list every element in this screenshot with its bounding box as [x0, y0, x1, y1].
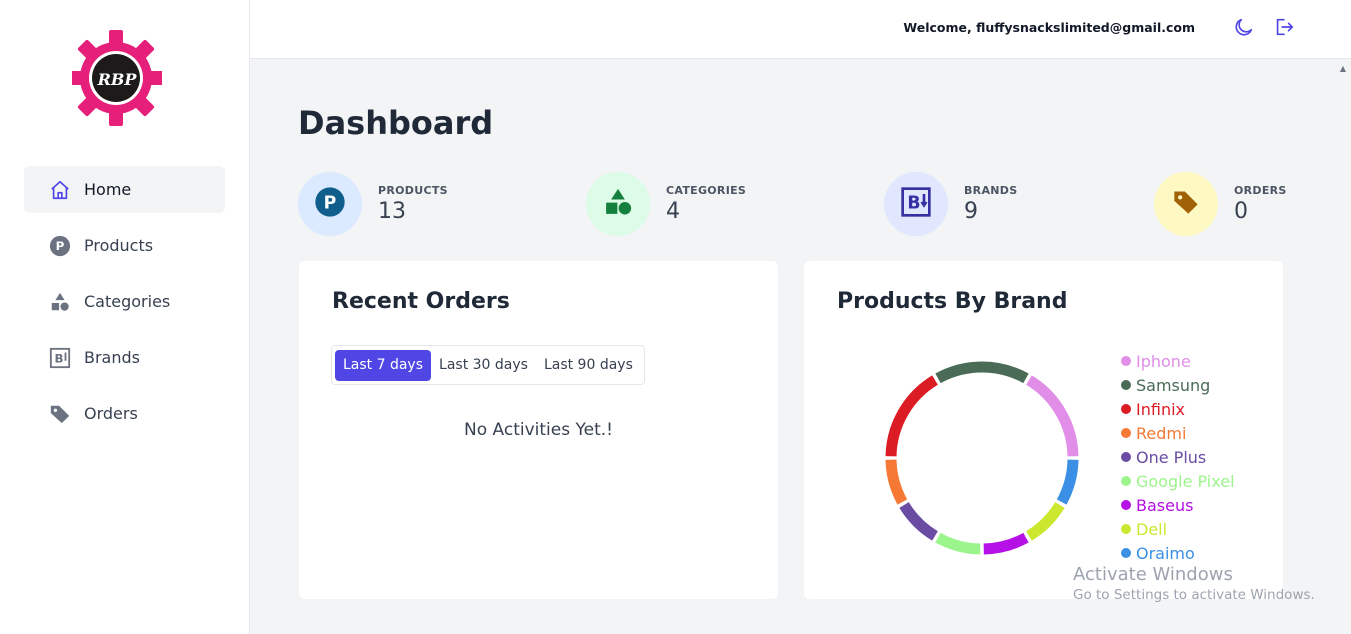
- watermark-title: Activate Windows: [1073, 564, 1233, 585]
- legend-label: Iphone: [1136, 351, 1191, 371]
- tag-icon: [1172, 188, 1200, 220]
- brand-b-icon: B: [48, 346, 72, 370]
- stat-label: PRODUCTS: [378, 184, 448, 197]
- stat-icon-circle: [586, 172, 650, 236]
- stat-icon-circle: B: [884, 172, 948, 236]
- donut-segment-baseus[interactable]: [983, 532, 1029, 555]
- legend-dot: [1121, 356, 1131, 366]
- scrollbar-up-arrow[interactable]: ▲: [1340, 64, 1346, 73]
- tag-icon: [48, 402, 72, 426]
- donut-segment-google-pixel[interactable]: [935, 532, 981, 555]
- windows-activation-watermark: Activate Windows Go to Settings to activ…: [1073, 564, 1315, 603]
- watermark-subtitle: Go to Settings to activate Windows.: [1073, 587, 1315, 603]
- donut-segment-iphone[interactable]: [1026, 375, 1079, 457]
- legend-item[interactable]: Baseus: [1121, 493, 1235, 517]
- stat-value: 13: [378, 199, 406, 224]
- date-range-tabs: Last 7 days Last 30 days Last 90 days: [331, 345, 645, 385]
- tab-last-7-days[interactable]: Last 7 days: [335, 349, 432, 381]
- stat-label: ORDERS: [1234, 184, 1287, 197]
- card-title: Products By Brand: [837, 289, 1068, 314]
- stat-icon-circle: [1154, 172, 1218, 236]
- legend-dot: [1121, 476, 1131, 486]
- p-circle-icon: P: [48, 234, 72, 258]
- sidebar-item-label: Brands: [84, 348, 140, 367]
- stat-label: BRANDS: [964, 184, 1018, 197]
- donut-segment-oraimo[interactable]: [1056, 459, 1079, 505]
- legend-label: Dell: [1136, 519, 1168, 539]
- legend-dot: [1121, 548, 1131, 558]
- top-header: Welcome, fluffysnackslimited@gmail.com: [250, 0, 1351, 59]
- stat-orders: ORDERS 0: [1154, 172, 1287, 236]
- page-title: Dashboard: [298, 104, 494, 142]
- legend-item[interactable]: Google Pixel: [1121, 469, 1235, 493]
- shapes-icon: [48, 290, 72, 314]
- legend-dot: [1121, 428, 1131, 438]
- sidebar-item-products[interactable]: P Products: [24, 222, 225, 269]
- empty-state-text: No Activities Yet.!: [464, 420, 613, 440]
- sidebar-item-brands[interactable]: B Brands: [24, 334, 225, 381]
- legend-label: Samsung: [1136, 375, 1211, 395]
- home-icon: [48, 178, 72, 202]
- sidebar-item-label: Categories: [84, 292, 171, 311]
- tab-last-90-days[interactable]: Last 90 days: [536, 350, 641, 381]
- legend-label: Infinix: [1136, 399, 1185, 419]
- sidebar-item-label: Home: [84, 180, 132, 199]
- legend-item[interactable]: Oraimo: [1121, 541, 1235, 565]
- donut-segment-one-plus[interactable]: [899, 502, 938, 541]
- recent-orders-card: Recent Orders Last 7 days Last 30 days L…: [299, 261, 778, 599]
- welcome-text: Welcome, fluffysnackslimited@gmail.com: [903, 20, 1195, 35]
- chart-legend: Iphone Samsung Infinix Redmi One Plus Google …: [1121, 349, 1235, 565]
- legend-item[interactable]: Iphone: [1121, 349, 1235, 373]
- sidebar: RBP Home P Products Categories B Brands: [0, 0, 250, 634]
- stat-brands: B BRANDS 9: [884, 172, 1017, 236]
- legend-item[interactable]: Samsung: [1121, 373, 1235, 397]
- tab-last-30-days[interactable]: Last 30 days: [431, 350, 536, 381]
- logout-icon[interactable]: [1273, 16, 1297, 40]
- legend-item[interactable]: Dell: [1121, 517, 1235, 541]
- stat-products: P PRODUCTS 13: [298, 172, 448, 236]
- sidebar-item-label: Products: [84, 236, 154, 255]
- donut-segment-infinix[interactable]: [885, 375, 938, 457]
- legend-dot: [1121, 452, 1131, 462]
- card-title: Recent Orders: [332, 289, 510, 314]
- donut-segment-samsung[interactable]: [935, 361, 1029, 384]
- sidebar-item-home[interactable]: Home: [24, 166, 225, 213]
- legend-item[interactable]: Redmi: [1121, 421, 1235, 445]
- sidebar-nav: Home P Products Categories B Brands Orde…: [24, 166, 225, 446]
- legend-dot: [1121, 404, 1131, 414]
- stat-label: CATEGORIES: [666, 184, 747, 197]
- brand-donut-chart[interactable]: [880, 356, 1084, 560]
- stat-value: 4: [666, 199, 680, 224]
- brand-b-icon: B: [900, 186, 932, 222]
- legend-item[interactable]: Infinix: [1121, 397, 1235, 421]
- stat-icon-circle: P: [298, 172, 362, 236]
- sidebar-item-categories[interactable]: Categories: [24, 278, 225, 325]
- donut-segment-redmi[interactable]: [885, 459, 908, 505]
- legend-dot: [1121, 524, 1131, 534]
- stat-categories: CATEGORIES 4: [586, 172, 746, 236]
- app-logo[interactable]: RBP: [68, 28, 164, 128]
- legend-label: Redmi: [1136, 423, 1187, 443]
- legend-label: Oraimo: [1136, 543, 1195, 563]
- products-by-brand-card: Products By Brand Iphone Samsung Infinix Re…: [804, 261, 1283, 599]
- sidebar-item-label: Orders: [84, 404, 138, 423]
- stat-value: 9: [964, 199, 978, 224]
- p-circle-icon: P: [314, 186, 346, 222]
- svg-text:B: B: [55, 351, 64, 365]
- donut-segment-dell[interactable]: [1026, 502, 1065, 541]
- logo-text: RBP: [97, 70, 138, 89]
- legend-label: Google Pixel: [1136, 471, 1235, 491]
- shapes-icon: [603, 187, 633, 221]
- svg-text:P: P: [56, 239, 65, 253]
- legend-label: Baseus: [1136, 495, 1194, 515]
- svg-text:P: P: [324, 193, 337, 213]
- legend-dot: [1121, 500, 1131, 510]
- legend-dot: [1121, 380, 1131, 390]
- moon-icon[interactable]: [1233, 16, 1257, 40]
- legend-label: One Plus: [1136, 447, 1207, 467]
- stat-value: 0: [1234, 199, 1248, 224]
- svg-text:B: B: [907, 194, 920, 214]
- legend-item[interactable]: One Plus: [1121, 445, 1235, 469]
- sidebar-item-orders[interactable]: Orders: [24, 390, 225, 437]
